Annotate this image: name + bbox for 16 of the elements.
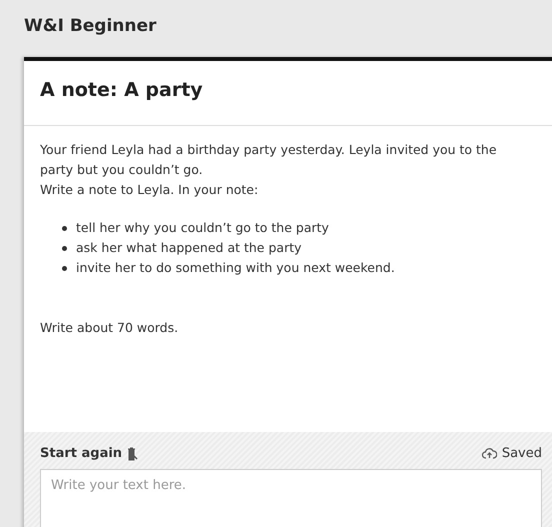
instruction-text: Your friend Leyla had a birthday party yesterday. Leyla invited you to the party but you couldn’t go. — [40, 141, 498, 179]
bullet-icon — [62, 246, 67, 250]
bullet-text: ask her what happened at the party — [76, 239, 302, 257]
page-title: W&I Beginner — [24, 16, 156, 36]
bullet-icon — [62, 226, 67, 230]
bullet-text: invite her to do something with you next weekend. — [76, 259, 395, 277]
task-title: A note: A party — [24, 61, 552, 126]
trash-icon — [127, 446, 138, 460]
start-again-button[interactable]: Start again — [40, 446, 138, 461]
cloud-icon — [482, 448, 497, 459]
instruction-text: Write a note to Leyla. In your note: — [40, 181, 260, 199]
bullet-text: tell her why you couldn’t go to the party — [76, 219, 329, 237]
text-input-field[interactable]: Write your text here. — [40, 469, 542, 527]
bullet-icon — [62, 266, 67, 270]
save-status: Saved — [502, 446, 542, 461]
word-count-text: Write about 70 words. — [40, 319, 180, 337]
